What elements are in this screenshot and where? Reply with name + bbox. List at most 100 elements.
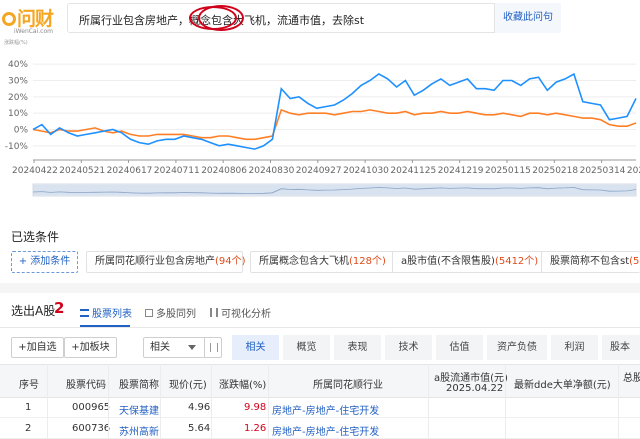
results-title: 选出A股 xyxy=(11,304,56,318)
x-tick-label: 20241219 xyxy=(438,166,484,176)
header-code[interactable]: 股票代码 xyxy=(66,376,106,391)
bar-chart-icon xyxy=(210,308,218,317)
sort-select-value: 相关 xyxy=(150,342,170,353)
sort-select[interactable]: 相关 xyxy=(143,337,222,358)
x-tick-label: 20250314 xyxy=(580,166,626,176)
tab-multi-stock[interactable]: 多股同列 xyxy=(145,305,196,320)
header-change[interactable]: 涨跌幅(%) xyxy=(219,376,266,391)
tab-performance[interactable]: 表现 xyxy=(334,335,381,360)
x-tick-label: 20240422 xyxy=(12,166,58,176)
condition-tag-count: (128个) xyxy=(349,256,386,267)
cell-industry[interactable]: 房地产-房地产-住宅开发 xyxy=(272,423,379,438)
header-price[interactable]: 现价(元) xyxy=(169,376,207,391)
list-icon xyxy=(80,309,89,317)
series-line-blue xyxy=(32,72,637,150)
x-tick-label: 20240927 xyxy=(296,166,342,176)
column-divider xyxy=(505,364,506,439)
table-row[interactable]: 1 000965 天保基建 4.96 9.98 房地产-房地产-住宅开发 xyxy=(0,398,640,418)
chart-subtitle: 涨跌幅(%) xyxy=(4,39,28,46)
add-condition-button[interactable]: + 添加条件 xyxy=(11,251,78,273)
x-tick-label: 20240830 xyxy=(249,166,295,176)
tab-relevance[interactable]: 相关 xyxy=(232,335,279,360)
section-separator xyxy=(0,283,640,293)
column-divider xyxy=(160,364,161,439)
x-tick-label: 2025 xyxy=(627,166,640,176)
tab-overview[interactable]: 概览 xyxy=(283,335,330,360)
condition-tag-text: 股票简称不包含st xyxy=(550,256,630,267)
cell-change: 9.98 xyxy=(244,402,267,413)
header-industry[interactable]: 所属同花顺行业 xyxy=(313,376,383,391)
header-name[interactable]: 股票简称 xyxy=(119,376,159,391)
x-tick-label: 20240806 xyxy=(201,166,247,176)
y-tick-label: 10% xyxy=(8,109,28,119)
add-block-button[interactable]: +加板块 xyxy=(64,337,117,358)
iwencai-logo[interactable]: 问财 iWenCai.com xyxy=(2,4,62,36)
chevron-down-icon xyxy=(188,345,196,350)
y-tick-label: 20% xyxy=(8,93,28,103)
condition-tag[interactable]: 所属概念包含大飞机(128个) xyxy=(250,251,396,273)
x-tick-label: 20240711 xyxy=(154,166,200,176)
tab-technical[interactable]: 技术 xyxy=(385,335,432,360)
column-divider xyxy=(428,364,429,439)
results-count: 2 xyxy=(54,299,65,317)
condition-tag-count: (94个) xyxy=(215,256,246,267)
y-tick-label: 0% xyxy=(14,126,29,136)
sort-toggle-icon[interactable] xyxy=(204,338,222,357)
header-float-cap[interactable]: a股流通市值(元) xyxy=(434,369,508,384)
cell-name[interactable]: 天保基建 xyxy=(119,402,159,417)
header-dde[interactable]: 最新dde大单净额(元) xyxy=(514,376,611,391)
y-tick-label: 40% xyxy=(8,60,28,70)
cell-index: 2 xyxy=(25,423,32,434)
table-row[interactable]: 2 600736 苏州高新 5.64 1.26 房地产-房地产-住宅开发 xyxy=(0,419,640,439)
cell-index: 1 xyxy=(25,402,32,413)
x-tick-label: 20241030 xyxy=(343,166,389,176)
tab-share-capital[interactable]: 股本 xyxy=(602,335,640,360)
x-tick-label: 20240617 xyxy=(107,166,153,176)
table-header: 序号 股票代码 股票简称 现价(元) 涨跌幅(%) 所属同花顺行业 a股流通市值… xyxy=(0,364,640,398)
conditions-title: 已选条件 xyxy=(11,230,60,244)
add-watchlist-button[interactable]: +加自选 xyxy=(11,337,64,358)
price-chart[interactable]: 涨跌幅(%) 40% 30% 20% 10% 0% -10% 20240422 20240521… xyxy=(0,36,640,218)
plus-icon: + xyxy=(18,342,27,353)
logo-text: 问财 xyxy=(2,4,54,31)
cell-code: 000965 xyxy=(72,402,111,413)
cell-name[interactable]: 苏州高新 xyxy=(119,423,159,438)
chart-svg: 涨跌幅(%) 40% 30% 20% 10% 0% -10% 20240422 20240521… xyxy=(4,39,640,197)
collect-question-button[interactable]: 收藏此问句 xyxy=(494,3,561,33)
column-divider xyxy=(108,364,109,439)
condition-tag-text: 所属同花顺行业包含房地产 xyxy=(95,256,215,267)
cell-change: 1.26 xyxy=(244,423,267,434)
cell-industry[interactable]: 房地产-房地产-住宅开发 xyxy=(272,402,379,417)
cell-price: 5.64 xyxy=(188,423,211,434)
y-tick-label: 30% xyxy=(8,77,28,87)
condition-tag-text: a股市值(不含限售股) xyxy=(401,256,495,267)
x-tick-label: 20250218 xyxy=(532,166,578,176)
tab-profit[interactable]: 利润 xyxy=(551,335,598,360)
divider xyxy=(0,327,640,328)
tab-balance-sheet[interactable]: 资产负债 xyxy=(487,335,547,360)
header: 问财 iWenCai.com 所属行业包含房地产，概念包含大飞机，流通市值，去除… xyxy=(0,0,640,40)
cell-price: 4.96 xyxy=(188,402,211,413)
y-tick-label: -10% xyxy=(5,142,29,152)
tab-stock-list[interactable]: 股票列表 xyxy=(80,305,132,320)
tab-valuation[interactable]: 估值 xyxy=(436,335,483,360)
cell-code: 600736 xyxy=(72,423,111,434)
condition-tag[interactable]: a股市值(不含限售股)(5412个) xyxy=(392,251,548,273)
column-divider xyxy=(47,364,48,439)
condition-tag-text: 所属概念包含大飞机 xyxy=(259,256,349,267)
header-total[interactable]: 总股 xyxy=(623,369,640,384)
column-divider xyxy=(268,364,269,439)
header-float-cap-date: 2025.04.22 xyxy=(446,383,504,394)
plus-icon: + xyxy=(71,342,80,353)
column-divider xyxy=(618,364,619,439)
tab-visual-analysis[interactable]: 可视化分析 xyxy=(210,305,271,320)
x-tick-label: 20241125 xyxy=(390,166,436,176)
condition-tag[interactable]: 股票简称不包含st(527 xyxy=(541,251,640,273)
search-box[interactable]: 所属行业包含房地产，概念包含大飞机，流通市值，去除st 收藏此问句 xyxy=(67,3,561,33)
condition-tag-count: (5412个) xyxy=(494,256,539,267)
x-tick-label: 20240521 xyxy=(59,166,105,176)
logo-subtext: iWenCai.com xyxy=(14,28,53,35)
condition-tag[interactable]: 所属同花顺行业包含房地产(94个) xyxy=(86,251,246,273)
highlight-circle xyxy=(198,5,244,31)
conditions-row: + 添加条件 所属同花顺行业包含房地产(94个) 所属概念包含大飞机(128个)… xyxy=(11,251,640,273)
